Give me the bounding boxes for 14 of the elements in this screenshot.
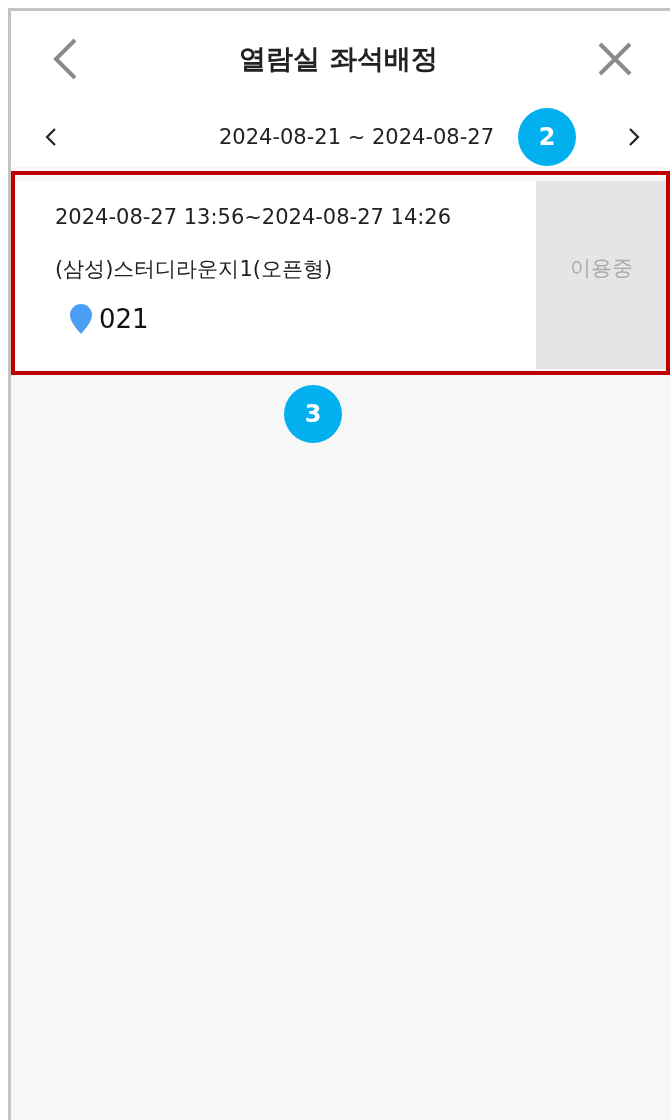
seat-number: 021 (99, 304, 149, 334)
previous-icon[interactable] (45, 127, 57, 147)
annotation-badge: 3 (284, 385, 342, 443)
date-range: 2024-08-21 ~ 2024-08-27 (219, 125, 494, 149)
room-name: (삼성)스터디라운지1(오픈형) (55, 256, 334, 283)
next-icon[interactable] (628, 127, 640, 147)
back-icon[interactable] (51, 37, 79, 81)
reservation-card[interactable]: 2024-08-27 13:56~2024-08-27 14:26 (삼성)스터디라운지1(오픈형) 021 이용중 (15, 181, 666, 369)
reservation-time: 2024-08-27 13:56~2024-08-27 14:26 (55, 205, 453, 229)
annotation-badge: 2 (518, 108, 576, 166)
location-pin-icon (69, 303, 93, 335)
page-title: 열람실 좌석배정 (239, 42, 438, 76)
close-icon[interactable] (598, 42, 632, 76)
status-label: 이용중 (536, 181, 666, 369)
